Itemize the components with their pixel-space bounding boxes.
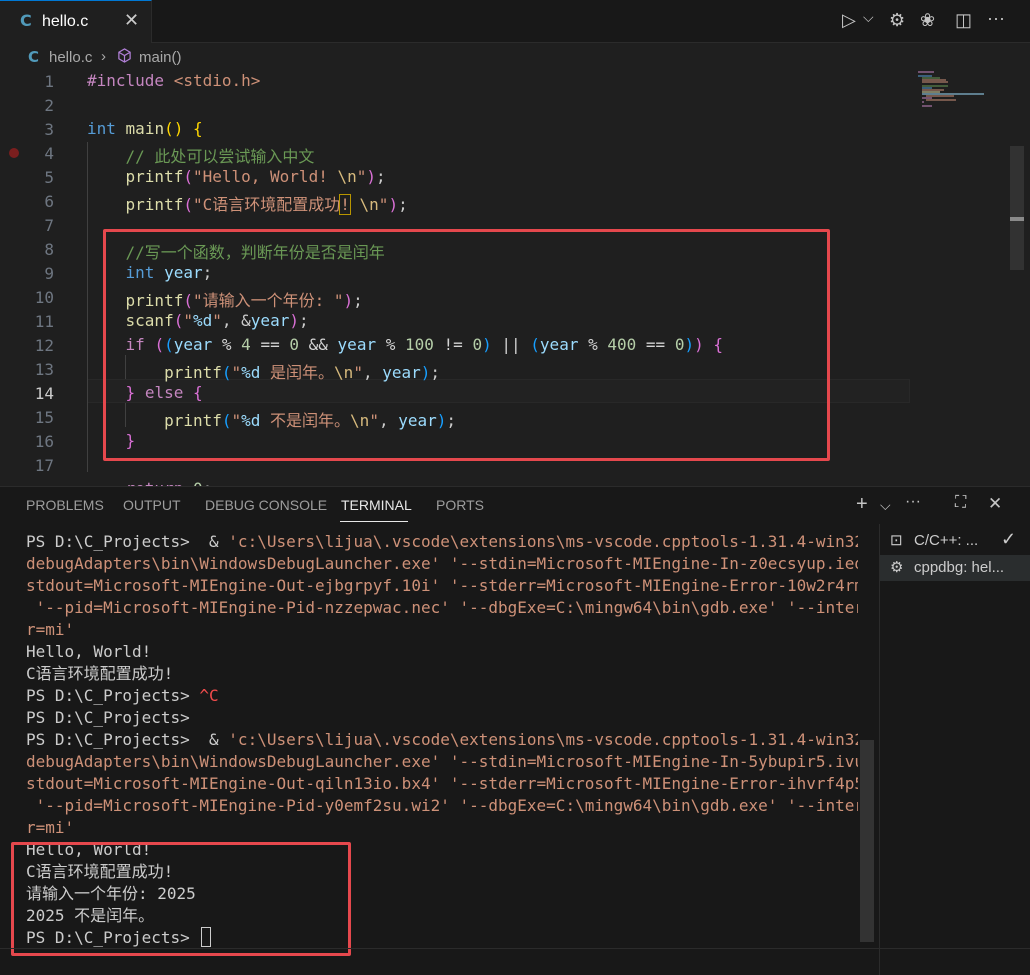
code-text: printf("Hello, World! \n"); bbox=[125, 167, 386, 186]
terminal-path: 'c:\Users\lijua\.vscode\extensions\ms-vs… bbox=[228, 532, 858, 551]
line-number: 5 bbox=[44, 168, 54, 187]
gear-icon[interactable]: ⚙ bbox=[889, 10, 905, 31]
terminal-line: PS D:\C_Projects> bbox=[26, 708, 190, 727]
terminal-item-label: cppdbg: hel... bbox=[914, 559, 1005, 576]
breadcrumb-file[interactable]: hello.c bbox=[49, 49, 92, 66]
line-number: 12 bbox=[34, 336, 54, 355]
bottom-panel: PROBLEMS OUTPUT DEBUG CONSOLE TERMINAL P… bbox=[0, 486, 1030, 975]
code-line: return 0; bbox=[0, 478, 1010, 486]
line-number: 15 bbox=[34, 408, 54, 427]
add-terminal-icon[interactable]: + bbox=[856, 493, 868, 516]
c-file-icon: C bbox=[28, 48, 40, 66]
terminal-line: r=mi' bbox=[26, 818, 75, 837]
terminal-prompt: PS D:\C_Projects> & bbox=[26, 730, 229, 749]
editor-scrollbar[interactable] bbox=[1010, 146, 1024, 270]
run-dropdown-icon[interactable]: ⌵ bbox=[863, 9, 874, 26]
close-panel-icon[interactable]: ✕ bbox=[988, 494, 1002, 514]
code-line: 3 int main() { bbox=[0, 118, 1010, 142]
terminal-line: stdout=Microsoft-MIEngine-Out-qiln13io.b… bbox=[26, 774, 858, 793]
terminal-line: PS D:\C_Projects> & 'c:\Users\lijua\.vsc… bbox=[26, 531, 858, 553]
c-file-icon: C bbox=[20, 11, 32, 30]
line-number: 6 bbox=[44, 192, 54, 211]
line-number: 8 bbox=[44, 240, 54, 259]
terminal-icon: ⊡ bbox=[890, 532, 903, 549]
highlight-box bbox=[103, 229, 830, 461]
terminal-list: ⊡ C/C++: ... ✓ ⚙ cppdbg: hel... bbox=[879, 524, 1030, 975]
highlight-box bbox=[11, 842, 351, 956]
line-number: 3 bbox=[44, 120, 54, 139]
line-number: 11 bbox=[34, 312, 54, 331]
terminal-item-cpp[interactable]: ⊡ C/C++: ... ✓ bbox=[880, 528, 1030, 554]
terminal-line: stdout=Microsoft-MIEngine-Out-ejbgrpyf.1… bbox=[26, 576, 858, 595]
chevron-down-icon[interactable]: ⌵ bbox=[880, 497, 891, 514]
tab-ports[interactable]: PORTS bbox=[436, 497, 484, 513]
terminal-line: C语言环境配置成功! bbox=[26, 664, 174, 683]
breadcrumb: C hello.c › main() bbox=[0, 44, 1030, 70]
code-text: printf("C语言环境配置成功! \n"); bbox=[125, 194, 408, 215]
tab-hello-c[interactable]: C hello.c ✕ bbox=[0, 0, 152, 43]
maximize-panel-icon[interactable]: ⛶ bbox=[955, 494, 966, 512]
terminal-line: Hello, World! bbox=[26, 642, 152, 661]
split-editor-icon[interactable]: ◫ bbox=[955, 10, 972, 31]
code-comment: // 此处可以尝试输入中文 bbox=[87, 147, 315, 166]
terminal-line: PS D:\C_Projects> ^C bbox=[26, 685, 858, 707]
copilot-icon[interactable]: ❀ bbox=[920, 10, 935, 31]
code-editor[interactable]: 1 #include <stdio.h> 2 3 int main() { 4 … bbox=[0, 70, 1030, 486]
editor-tab-bar: C hello.c ✕ ▷ ⌵ ⚙ ❀ ◫ ··· bbox=[0, 0, 1030, 43]
breadcrumb-symbol[interactable]: main() bbox=[139, 49, 182, 66]
method-cube-icon bbox=[118, 48, 131, 63]
code-text: int main() { bbox=[87, 119, 203, 138]
terminal-line: r=mi' bbox=[26, 620, 75, 639]
terminal-scrollbar[interactable] bbox=[860, 740, 874, 942]
line-number: 14 bbox=[34, 384, 54, 403]
code-line: 6 printf("C语言环境配置成功! \n"); bbox=[0, 190, 1010, 215]
line-number: 7 bbox=[44, 216, 54, 235]
line-number: 16 bbox=[34, 432, 54, 451]
run-icon[interactable]: ▷ bbox=[842, 10, 856, 31]
active-tab-indicator bbox=[340, 521, 408, 522]
tab-terminal[interactable]: TERMINAL bbox=[341, 497, 412, 513]
close-icon[interactable]: ✕ bbox=[124, 10, 139, 31]
code-line: 5 printf("Hello, World! \n"); bbox=[0, 166, 1010, 190]
code-line: 1 #include <stdio.h> bbox=[0, 70, 1010, 94]
line-number: 4 bbox=[44, 144, 54, 163]
terminal-prompt: PS D:\C_Projects> bbox=[26, 686, 200, 705]
more-actions-icon[interactable]: ··· bbox=[905, 493, 921, 511]
scrollbar-marker bbox=[1010, 217, 1024, 221]
code-text: #include <stdio.h> bbox=[87, 71, 261, 90]
terminal-line: '--pid=Microsoft-MIEngine-Pid-nzzepwac.n… bbox=[26, 598, 858, 617]
line-number: 2 bbox=[44, 96, 54, 115]
check-icon: ✓ bbox=[1001, 529, 1017, 549]
line-number: 1 bbox=[44, 72, 54, 91]
panel-bottom-border bbox=[0, 948, 1030, 949]
terminal-line: debugAdapters\bin\WindowsDebugLauncher.e… bbox=[26, 752, 858, 771]
code-line: 2 bbox=[0, 94, 1010, 118]
code-text: return 0; bbox=[87, 479, 213, 486]
line-number: 9 bbox=[44, 264, 54, 283]
more-actions-icon[interactable]: ··· bbox=[987, 8, 1005, 29]
debug-icon: ⚙ bbox=[890, 559, 904, 576]
interrupt-text: ^C bbox=[199, 686, 219, 705]
tab-output[interactable]: OUTPUT bbox=[123, 497, 181, 513]
code-line: 4 // 此处可以尝试输入中文 bbox=[0, 142, 1010, 166]
line-number: 17 bbox=[34, 456, 54, 475]
line-number: 13 bbox=[34, 360, 54, 379]
minimap[interactable] bbox=[918, 70, 998, 130]
chevron-right-icon: › bbox=[101, 48, 106, 65]
terminal-line: '--pid=Microsoft-MIEngine-Pid-y0emf2su.w… bbox=[26, 796, 858, 815]
line-number: 10 bbox=[34, 288, 54, 307]
terminal-item-label: C/C++: ... bbox=[914, 532, 979, 549]
tab-problems[interactable]: PROBLEMS bbox=[26, 497, 104, 513]
terminal-line: debugAdapters\bin\WindowsDebugLauncher.e… bbox=[26, 554, 858, 573]
terminal-prompt: PS D:\C_Projects> & bbox=[26, 532, 229, 551]
terminal-line: PS D:\C_Projects> & 'c:\Users\lijua\.vsc… bbox=[26, 729, 858, 751]
tab-label: hello.c bbox=[42, 13, 89, 30]
terminal-path: 'c:\Users\lijua\.vscode\extensions\ms-vs… bbox=[228, 730, 858, 749]
tab-debug-console[interactable]: DEBUG CONSOLE bbox=[205, 497, 327, 513]
terminal-item-cppdbg[interactable]: ⚙ cppdbg: hel... bbox=[880, 555, 1030, 581]
